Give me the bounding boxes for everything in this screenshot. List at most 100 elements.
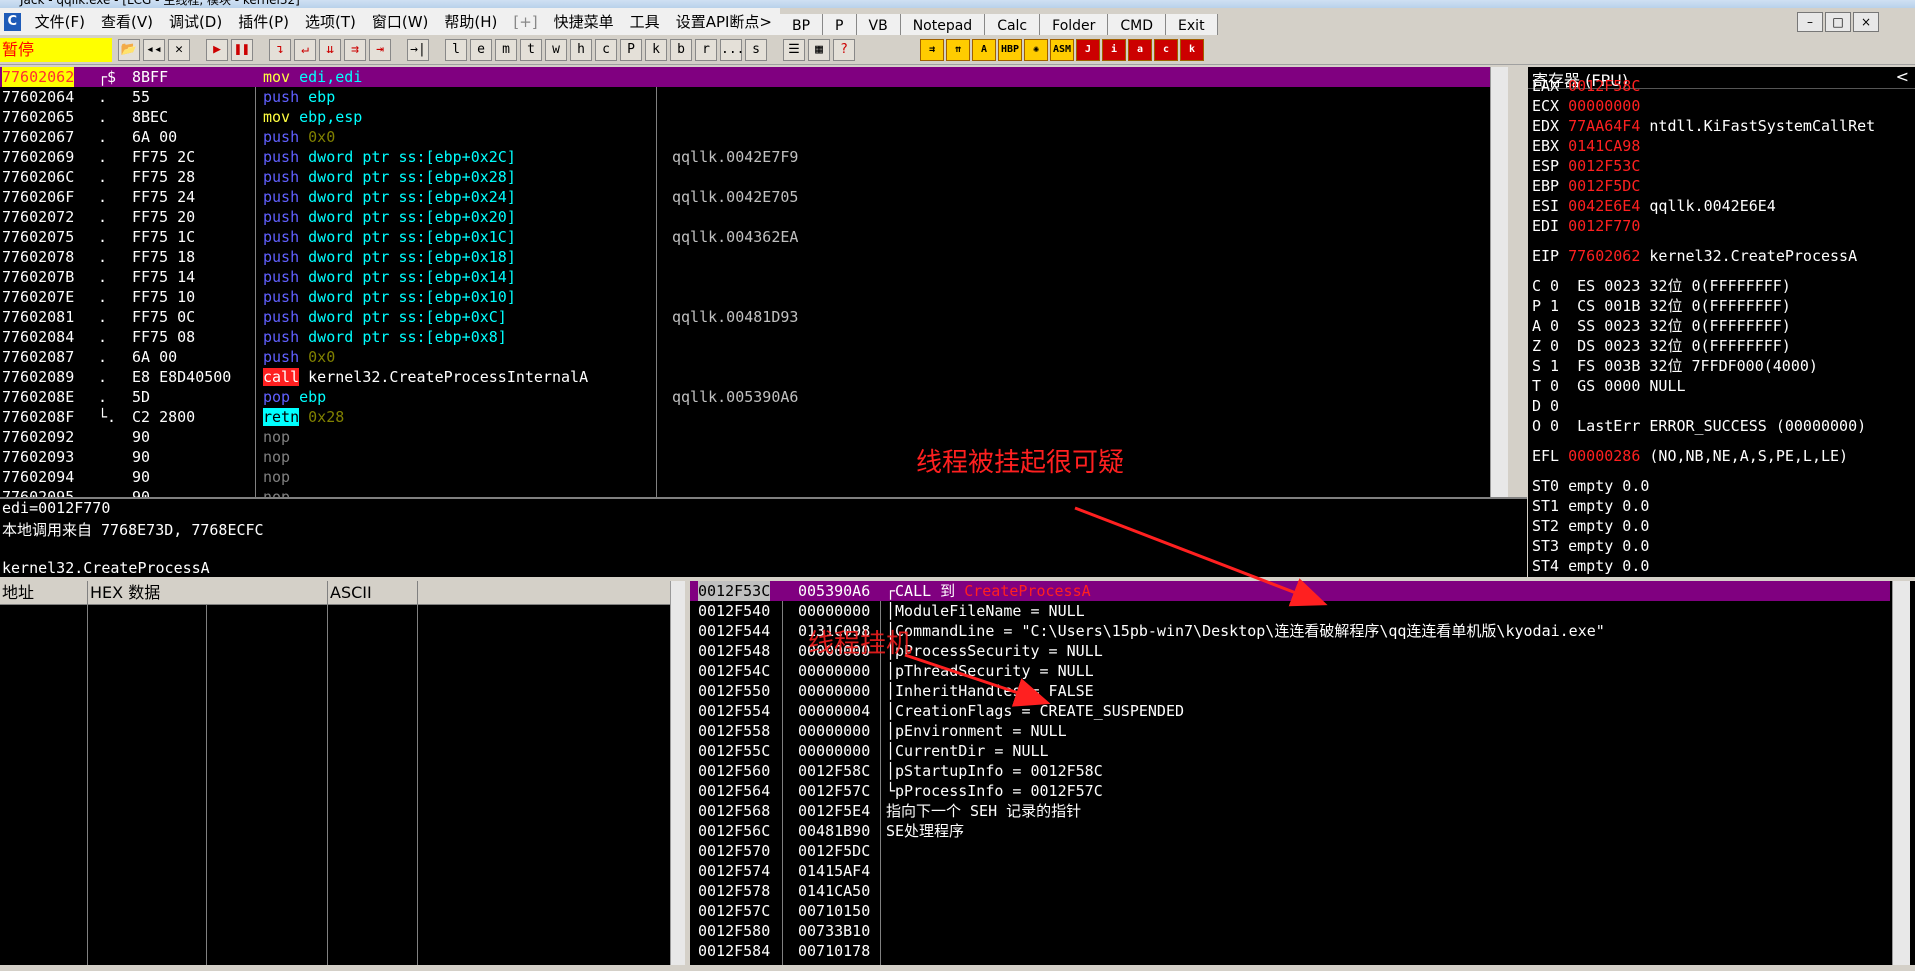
disasm-row[interactable]: 7760207E. FF75 10 push dword ptr ss:[ebp+0…	[0, 287, 1490, 307]
menu-debug[interactable]: 调试(D)	[161, 11, 230, 32]
handles-window-icon[interactable]: h	[570, 39, 592, 61]
flag-row[interactable]: O 0 LastErr ERROR_SUCCESS (00000000)	[1532, 416, 1866, 436]
jack-a-icon[interactable]: a	[1128, 39, 1152, 61]
hbp-icon[interactable]: HBP	[998, 39, 1022, 61]
fpu-row[interactable]: ST4 empty 0.0	[1532, 556, 1649, 576]
register-row[interactable]: ESP 0012F53C	[1532, 156, 1649, 176]
stack-row[interactable]: 0012F568 0012F5E4 指向下一个 SEH 记录的指针	[690, 801, 1890, 821]
trace-over-icon[interactable]: ⇉	[344, 39, 366, 61]
register-row[interactable]: EDX 77AA64F4 ntdll.KiFastSystemCallRet	[1532, 116, 1875, 136]
jack-k-icon[interactable]: k	[1180, 39, 1204, 61]
disassembly-pane[interactable]: 77602062 ┌$ 8BFF mov edi,edi 77602064. 55 push…	[0, 67, 1508, 497]
stack-row[interactable]: 0012F570 0012F5DC	[690, 841, 1890, 861]
disasm-row[interactable]: 77602081. FF75 0C push dword ptr ss:[ebp+0…	[0, 307, 1490, 327]
register-row[interactable]: EBX 0141CA98	[1532, 136, 1649, 156]
cpu-window-icon[interactable]: c	[595, 39, 617, 61]
register-value[interactable]: 00000000	[1568, 97, 1640, 115]
disasm-row[interactable]: 77602087. 6A 00 push 0x0	[0, 347, 1490, 367]
stack-row[interactable]: 0012F540 00000000 │ModuleFileName = NULL	[690, 601, 1890, 621]
plugin-1-icon[interactable]: ⇉	[920, 39, 944, 61]
jack-i-icon[interactable]: i	[1102, 39, 1126, 61]
jack-c-icon[interactable]: c	[1154, 39, 1178, 61]
plugin-3-icon[interactable]: A	[972, 39, 996, 61]
step-into-icon[interactable]: ↴	[269, 39, 291, 61]
register-value[interactable]: 0012F5DC	[1568, 177, 1640, 195]
stack-row[interactable]: 0012F584 00710178	[690, 941, 1890, 961]
flag-row[interactable]: A 0 SS 0023 32位 0(FFFFFFFF)	[1532, 316, 1791, 336]
dump-pane[interactable]: 地址 HEX 数据 ASCII	[0, 581, 685, 971]
register-row[interactable]: EBP 0012F5DC	[1532, 176, 1649, 196]
stack-row[interactable]: 0012F564 0012F57C └pProcessInfo = 0012F57C	[690, 781, 1890, 801]
register-value[interactable]: 77AA64F4	[1568, 117, 1640, 135]
minimize-button[interactable]: –	[1797, 12, 1823, 32]
stack-row[interactable]: 0012F56C 00481B90 SE处理程序	[690, 821, 1890, 841]
menu-window[interactable]: 窗口(W)	[364, 11, 437, 32]
menu-api-breakpoint[interactable]: 设置API断点>	[668, 11, 780, 32]
pause-icon[interactable]: ❚❚	[231, 39, 253, 61]
disasm-row[interactable]: 7760206F. FF75 24 push dword ptr ss:[ebp+0…	[0, 187, 1490, 207]
disasm-row[interactable]: 77602075. FF75 1C push dword ptr ss:[ebp+0…	[0, 227, 1490, 247]
options-icon[interactable]: ☰	[783, 39, 805, 61]
source-window-icon[interactable]: s	[745, 39, 767, 61]
register-row[interactable]: EIP 77602062 kernel32.CreateProcessA	[1532, 246, 1857, 266]
callstack-window-icon[interactable]: k	[645, 39, 667, 61]
register-value[interactable]: 0012F58C	[1568, 77, 1640, 95]
disasm-row[interactable]: 77602093 90 nop	[0, 447, 1490, 467]
disasm-row[interactable]: 77602092 90 nop	[0, 427, 1490, 447]
menu-tools[interactable]: 工具	[622, 11, 668, 32]
open-icon[interactable]: 📂	[118, 39, 140, 61]
disasm-row[interactable]: 7760208E. 5D pop ebp qqllk.005390A6	[0, 387, 1490, 407]
efl-row[interactable]: EFL 00000286 (NO,NB,NE,A,S,PE,L,LE)	[1532, 446, 1848, 466]
fpu-row[interactable]: ST1 empty 0.0	[1532, 496, 1649, 516]
step-over-icon[interactable]: ↵	[294, 39, 316, 61]
run-icon[interactable]: ▶	[206, 39, 228, 61]
help-icon[interactable]: ?	[833, 39, 855, 61]
disasm-row[interactable]: 7760207B. FF75 14 push dword ptr ss:[ebp+0…	[0, 267, 1490, 287]
register-value[interactable]: 77602062	[1568, 247, 1640, 265]
windows-window-icon[interactable]: w	[545, 39, 567, 61]
disasm-row[interactable]: 7760206C. FF75 28 push dword ptr ss:[ebp+0…	[0, 167, 1490, 187]
flag-row[interactable]: C 0 ES 0023 32位 0(FFFFFFFF)	[1532, 276, 1791, 296]
stack-row[interactable]: 0012F580 00733B10	[690, 921, 1890, 941]
references-window-icon[interactable]: r	[695, 39, 717, 61]
flag-row[interactable]: T 0 GS 0000 NULL	[1532, 376, 1686, 396]
menu-quick[interactable]: 快捷菜单	[546, 11, 622, 32]
menu-file[interactable]: 文件(F)	[27, 11, 93, 32]
menu-plugins[interactable]: 插件(P)	[230, 11, 297, 32]
disasm-row[interactable]: 77602094 90 nop	[0, 467, 1490, 487]
goto-icon[interactable]: →|	[407, 39, 429, 61]
appearance-icon[interactable]: ▦	[808, 39, 830, 61]
stack-row[interactable]: 0012F55C 00000000 │CurrentDir = NULL	[690, 741, 1890, 761]
asm-icon[interactable]: ASM	[1050, 39, 1074, 61]
collapse-icon[interactable]: <	[1896, 67, 1909, 86]
jack-j-icon[interactable]: J	[1076, 39, 1100, 61]
disasm-row[interactable]: 77602095 90 nop	[0, 487, 1490, 497]
dump-header-ascii[interactable]: ASCII	[328, 581, 418, 605]
memory-window-icon[interactable]: m	[495, 39, 517, 61]
plugin-5-icon[interactable]: ✺	[1024, 39, 1048, 61]
stack-row[interactable]: 0012F558 00000000 │pEnvironment = NULL	[690, 721, 1890, 741]
stack-row[interactable]: 0012F574 01415AF4	[690, 861, 1890, 881]
stack-row[interactable]: 0012F578 0141CA50	[690, 881, 1890, 901]
close-button[interactable]: ×	[1853, 12, 1879, 32]
fpu-row[interactable]: ST0 empty 0.0	[1532, 476, 1649, 496]
disasm-row[interactable]: 7760208F └. C2 2800 retn 0x28	[0, 407, 1490, 427]
efl-value[interactable]: 00000286	[1568, 447, 1640, 465]
register-value[interactable]: 0012F770	[1568, 217, 1640, 235]
disasm-row[interactable]: 77602084. FF75 08 push dword ptr ss:[ebp+0…	[0, 327, 1490, 347]
restart-icon[interactable]: ◂◂	[143, 39, 165, 61]
restore-button[interactable]: □	[1825, 12, 1851, 32]
log-window-icon[interactable]: l	[445, 39, 467, 61]
close-icon[interactable]: ✕	[168, 39, 190, 61]
disasm-row[interactable]: 77602078. FF75 18 push dword ptr ss:[ebp+0…	[0, 247, 1490, 267]
disasm-row[interactable]: 77602064. 55 push ebp	[0, 87, 1490, 107]
fpu-row[interactable]: ST3 empty 0.0	[1532, 536, 1649, 556]
flag-row[interactable]: Z 0 DS 0023 32位 0(FFFFFFFF)	[1532, 336, 1791, 356]
register-value[interactable]: 0012F53C	[1568, 157, 1640, 175]
plugin-2-icon[interactable]: ⇈	[946, 39, 970, 61]
dump-scrollbar[interactable]	[670, 581, 685, 971]
menu-plus[interactable]: [+]	[505, 13, 545, 31]
threads-window-icon[interactable]: t	[520, 39, 542, 61]
breakpoints-window-icon[interactable]: b	[670, 39, 692, 61]
register-row[interactable]: EDI 0012F770	[1532, 216, 1649, 236]
